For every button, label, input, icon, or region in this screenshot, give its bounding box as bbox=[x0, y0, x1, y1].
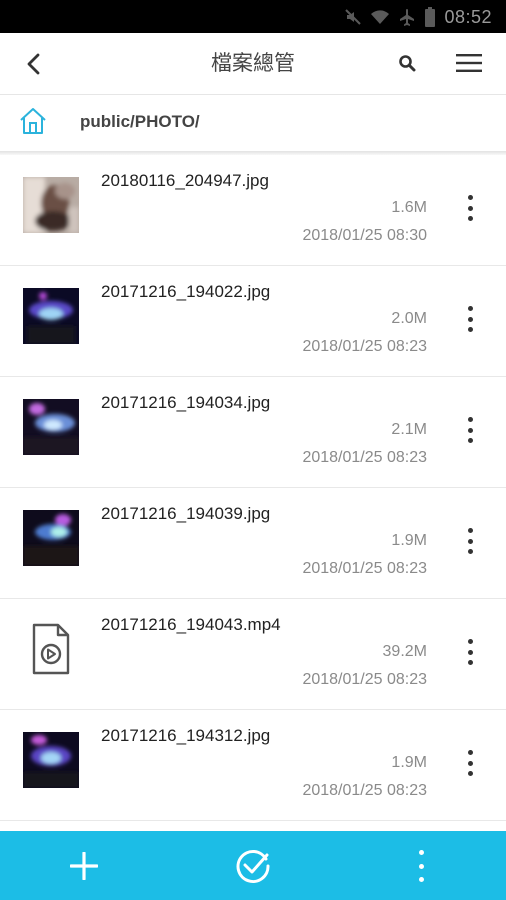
file-size: 2.1M bbox=[391, 421, 427, 438]
file-name: 20171216_194022.jpg bbox=[101, 282, 271, 301]
status-time: 08:52 bbox=[444, 6, 492, 27]
image-thumbnail bbox=[23, 732, 79, 788]
search-button[interactable] bbox=[392, 48, 422, 78]
file-size: 1.9M bbox=[391, 532, 427, 549]
file-name: 20171216_194039.jpg bbox=[101, 504, 271, 523]
image-thumbnail bbox=[23, 288, 79, 344]
select-button[interactable] bbox=[230, 843, 276, 889]
menu-button[interactable] bbox=[452, 48, 486, 78]
more-vertical-icon bbox=[418, 850, 424, 855]
file-size: 39.2M bbox=[382, 643, 427, 660]
wifi-icon bbox=[371, 10, 390, 24]
file-name: 20171216_194043.mp4 bbox=[101, 615, 281, 634]
mute-icon bbox=[345, 9, 362, 25]
file-size: 2.0M bbox=[391, 310, 427, 327]
page-title: 檔案總管 bbox=[211, 51, 295, 75]
select-check-icon bbox=[236, 850, 270, 883]
file-row[interactable]: 20171216_194039.jpg 1.9M 2018/01/25 08:2… bbox=[0, 488, 506, 599]
file-name: 20180116_204947.jpg bbox=[101, 171, 269, 190]
breadcrumb: public/PHOTO/ bbox=[0, 96, 506, 152]
file-row[interactable]: 20171216_194043.mp4 39.2M 2018/01/25 08:… bbox=[0, 599, 506, 710]
add-icon bbox=[70, 852, 98, 880]
file-row[interactable]: 20171216_194022.jpg 2.0M 2018/01/25 08:2… bbox=[0, 266, 506, 377]
file-date: 2018/01/25 08:23 bbox=[302, 449, 427, 466]
app-bar: 檔案總管 bbox=[0, 33, 506, 95]
file-row[interactable]: 20171216_194312.jpg 1.9M 2018/01/25 08:2… bbox=[0, 710, 506, 821]
file-date: 2018/01/25 08:23 bbox=[302, 671, 427, 688]
file-more-button[interactable] bbox=[458, 302, 482, 336]
add-button[interactable] bbox=[61, 843, 107, 889]
file-size: 1.9M bbox=[391, 754, 427, 771]
battery-icon bbox=[425, 7, 436, 27]
file-date: 2018/01/25 08:23 bbox=[302, 338, 427, 355]
file-more-button[interactable] bbox=[458, 191, 482, 225]
status-bar: 08:52 bbox=[0, 0, 506, 33]
image-thumbnail bbox=[23, 510, 79, 566]
file-list: 20180116_204947.jpg 1.6M 2018/01/25 08:3… bbox=[0, 155, 506, 821]
file-more-button[interactable] bbox=[458, 524, 482, 558]
file-date: 2018/01/25 08:30 bbox=[302, 227, 427, 244]
file-date: 2018/01/25 08:23 bbox=[302, 782, 427, 799]
file-name: 20171216_194034.jpg bbox=[101, 393, 271, 412]
video-file-icon bbox=[32, 623, 70, 675]
current-path[interactable]: public/PHOTO/ bbox=[80, 112, 200, 132]
file-row[interactable]: 20171216_194034.jpg 2.1M 2018/01/25 08:2… bbox=[0, 377, 506, 488]
file-name: 20171216_194312.jpg bbox=[101, 726, 271, 745]
file-date: 2018/01/25 08:23 bbox=[302, 560, 427, 577]
hamburger-menu-icon bbox=[456, 54, 482, 72]
bottom-action-bar bbox=[0, 831, 506, 900]
file-more-button[interactable] bbox=[458, 746, 482, 780]
status-icons: 08:52 bbox=[344, 6, 492, 28]
video-file-thumbnail bbox=[23, 621, 79, 677]
airplane-icon bbox=[400, 9, 415, 26]
file-more-button[interactable] bbox=[458, 635, 482, 669]
image-thumbnail bbox=[23, 399, 79, 455]
file-row[interactable]: 20180116_204947.jpg 1.6M 2018/01/25 08:3… bbox=[0, 155, 506, 266]
search-icon bbox=[399, 55, 416, 72]
more-vertical-button[interactable] bbox=[409, 847, 433, 885]
home-button[interactable] bbox=[18, 106, 50, 138]
file-size: 1.6M bbox=[391, 199, 427, 216]
image-thumbnail bbox=[23, 177, 79, 233]
file-more-button[interactable] bbox=[458, 413, 482, 447]
home-icon bbox=[20, 108, 46, 134]
